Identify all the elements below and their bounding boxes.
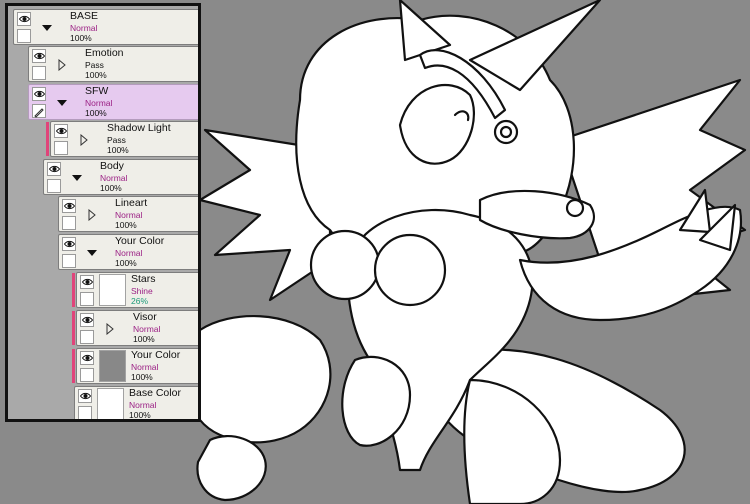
layer-blend-mode: Normal — [131, 362, 159, 372]
layer-blend-mode: Normal — [129, 400, 157, 410]
visibility-eye-icon[interactable] — [62, 199, 76, 213]
layer-row[interactable]: Lineart Normal 100% — [58, 196, 198, 232]
layer-opacity: 100% — [107, 145, 129, 155]
layer-opacity: 100% — [115, 258, 137, 268]
layer-blend-mode: Shine — [131, 286, 153, 296]
layer-blend-mode: Normal — [133, 324, 161, 334]
layer-name: SFW — [85, 85, 109, 97]
layer-row[interactable]: Visor Normal 100% — [72, 310, 198, 346]
layer-name: Emotion — [85, 47, 124, 59]
layer-name: Your Color — [115, 235, 165, 247]
fur-cuff-left — [187, 315, 332, 444]
layer-row[interactable]: Stars Shine 26% — [72, 272, 198, 308]
layer-row[interactable]: Emotion Pass 100% — [28, 46, 198, 82]
layer-blend-mode: Normal — [115, 248, 143, 258]
layer-select-checkbox[interactable] — [17, 29, 31, 43]
layer-name: Base Color — [129, 387, 181, 399]
clipping-indicator — [72, 311, 75, 345]
layer-blend-mode: Normal — [100, 173, 128, 183]
visibility-eye-icon[interactable] — [80, 313, 94, 327]
layer-blend-mode: Normal — [115, 210, 143, 220]
visibility-eye-icon[interactable] — [62, 237, 76, 251]
visibility-eye-icon[interactable] — [78, 389, 92, 403]
clipping-indicator — [72, 273, 75, 307]
layer-name: Your Color — [131, 349, 181, 361]
layer-select-checkbox[interactable] — [80, 330, 94, 344]
folder-expanded-arrow-icon[interactable] — [41, 21, 53, 33]
layer-opacity: 100% — [131, 372, 153, 382]
layer-row[interactable]: Your Color Normal 100% — [58, 234, 198, 270]
chest-right — [373, 233, 447, 307]
layer-name: Shadow Light — [107, 122, 171, 134]
folder-collapsed-arrow-icon[interactable] — [86, 208, 98, 222]
folder-expanded-arrow-icon[interactable] — [56, 96, 68, 108]
hand-left — [196, 435, 267, 502]
layer-opacity: 26% — [131, 296, 149, 306]
layer-blend-mode: Normal — [85, 98, 113, 108]
layer-name: Visor — [133, 311, 157, 323]
visibility-eye-icon[interactable] — [32, 49, 46, 63]
folder-expanded-arrow-icon[interactable] — [86, 246, 98, 258]
edit-pen-icon[interactable] — [32, 104, 46, 118]
layer-opacity: 100% — [129, 410, 151, 420]
layer-row[interactable]: BASE Normal 100% — [13, 9, 198, 45]
layer-select-checkbox[interactable] — [54, 141, 68, 155]
layer-select-checkbox[interactable] — [78, 406, 92, 419]
visibility-eye-icon[interactable] — [17, 12, 31, 26]
visibility-eye-icon[interactable] — [80, 351, 94, 365]
layer-select-checkbox[interactable] — [80, 292, 94, 306]
layer-row[interactable]: Shadow Light Pass 100% — [46, 121, 198, 157]
layer-thumbnail — [99, 274, 126, 306]
layer-opacity: 100% — [133, 334, 155, 344]
layer-thumbnail — [99, 350, 126, 382]
layer-blend-mode: Pass — [85, 60, 104, 70]
layer-name: Body — [100, 160, 124, 172]
chest-left — [309, 229, 381, 301]
folder-collapsed-arrow-icon[interactable] — [104, 322, 116, 336]
layer-opacity: 100% — [85, 70, 107, 80]
layer-opacity: 100% — [85, 108, 107, 118]
layer-select-checkbox[interactable] — [62, 216, 76, 230]
layer-name: Stars — [131, 273, 156, 285]
layer-name: BASE — [70, 10, 99, 22]
layer-blend-mode: Normal — [70, 23, 98, 33]
layer-name: Lineart — [115, 197, 148, 209]
visibility-eye-icon[interactable] — [80, 275, 94, 289]
folder-expanded-arrow-icon[interactable] — [71, 171, 83, 183]
layer-opacity: 100% — [70, 33, 92, 43]
layers-panel: BASE Normal 100% Emotion Pass 100% SFW Normal 10… — [5, 3, 201, 422]
layer-select-checkbox[interactable] — [47, 179, 61, 193]
layer-row[interactable]: SFW Normal 100% — [28, 84, 198, 120]
layer-row[interactable]: Body Normal 100% — [43, 159, 198, 195]
clipping-indicator — [72, 349, 75, 383]
clipping-indicator — [46, 122, 49, 156]
layer-opacity: 100% — [115, 220, 137, 230]
layer-row[interactable]: Base Color Normal 100% — [74, 386, 198, 420]
layer-row[interactable]: Your Color Normal 100% — [72, 348, 198, 384]
visibility-eye-icon[interactable] — [54, 124, 68, 138]
folder-collapsed-arrow-icon[interactable] — [78, 133, 90, 147]
layer-thumbnail — [97, 388, 124, 419]
layer-select-checkbox[interactable] — [32, 66, 46, 80]
folder-collapsed-arrow-icon[interactable] — [56, 58, 68, 72]
visibility-eye-icon[interactable] — [47, 162, 61, 176]
layer-opacity: 100% — [100, 183, 122, 193]
visibility-eye-icon[interactable] — [32, 87, 46, 101]
layer-blend-mode: Pass — [107, 135, 126, 145]
layer-select-checkbox[interactable] — [62, 254, 76, 268]
layer-select-checkbox[interactable] — [80, 368, 94, 382]
